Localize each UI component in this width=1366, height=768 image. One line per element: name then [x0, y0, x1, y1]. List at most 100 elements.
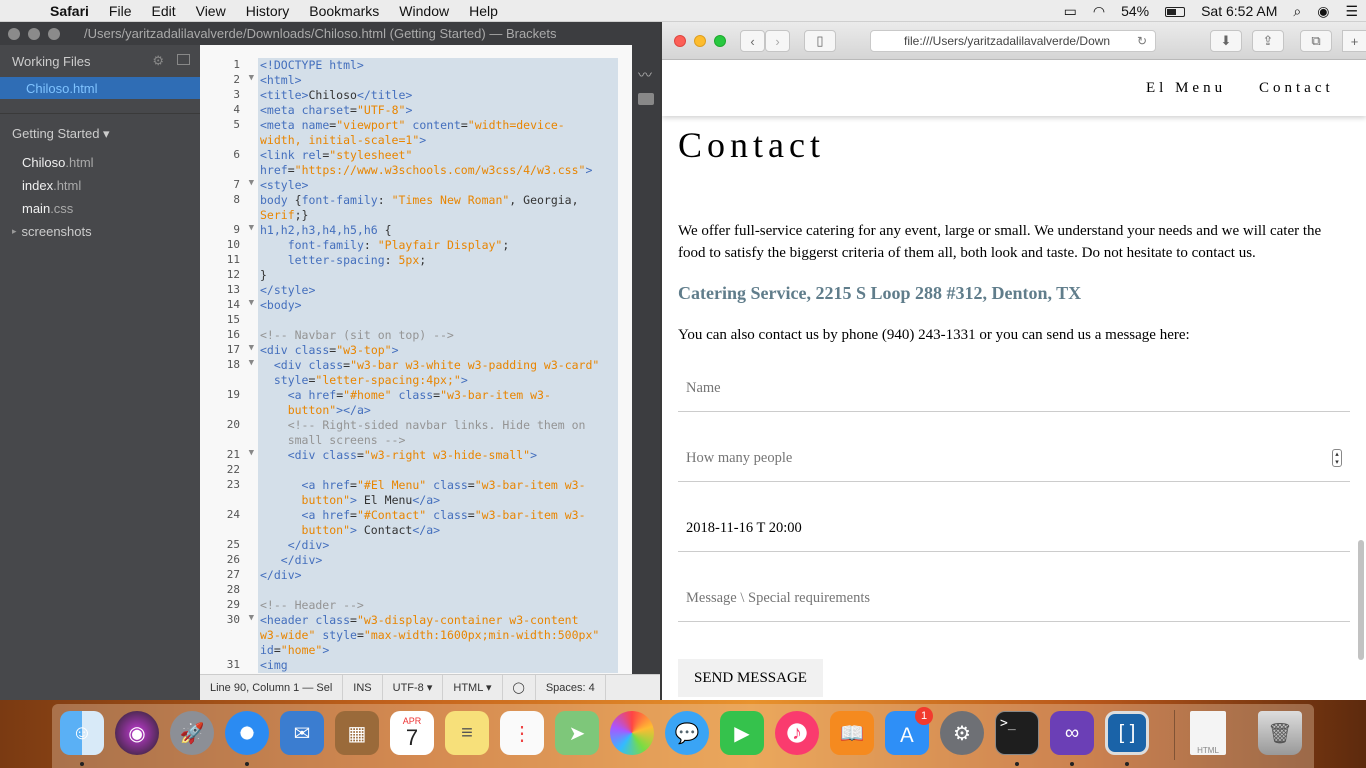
- sidebar-toggle-icon[interactable]: ▯: [804, 30, 836, 52]
- close-button[interactable]: [8, 27, 20, 40]
- ibooks-icon[interactable]: 📖: [830, 711, 874, 755]
- menu-window[interactable]: Window: [389, 3, 459, 19]
- zoom-button[interactable]: [48, 27, 60, 40]
- folder-item-screenshots[interactable]: ▸ screenshots: [0, 220, 200, 243]
- send-message-button[interactable]: SEND MESSAGE: [678, 659, 823, 697]
- battery-percent[interactable]: 54%: [1113, 3, 1157, 19]
- file-name: index: [22, 178, 54, 193]
- code-content[interactable]: <!DOCTYPE html> <html> <title>Chiloso</t…: [258, 58, 618, 673]
- running-indicator: [1125, 762, 1129, 766]
- mail-icon[interactable]: ✉: [280, 711, 324, 755]
- page-scrollbar[interactable]: [1358, 540, 1364, 660]
- share-icon[interactable]: ⇪: [1252, 30, 1284, 52]
- back-button[interactable]: ‹: [740, 30, 765, 52]
- gear-icon[interactable]: ⚙: [152, 53, 164, 69]
- project-dropdown[interactable]: Getting Started ▾: [0, 122, 200, 145]
- nav-link-menu[interactable]: El Menu: [1146, 80, 1226, 97]
- photos-icon[interactable]: [610, 711, 654, 755]
- file-sidebar: Working Files ⚙ Chiloso.html Getting Sta…: [0, 45, 200, 700]
- minimize-button[interactable]: [28, 27, 40, 40]
- name-input[interactable]: Name: [678, 364, 1350, 412]
- lint-status-icon[interactable]: ◯: [503, 674, 536, 701]
- siri-icon[interactable]: ◉: [115, 711, 159, 755]
- menu-history[interactable]: History: [236, 3, 300, 19]
- safari-icon[interactable]: ✦: [225, 711, 269, 755]
- fold-arrow-icon[interactable]: ▼: [249, 358, 254, 368]
- people-number-input[interactable]: How many people ▴ ▾: [678, 434, 1350, 482]
- menu-view[interactable]: View: [186, 3, 236, 19]
- file-item-main[interactable]: main .css: [0, 197, 200, 220]
- datetime-input[interactable]: 2018-11-16 T 20:00: [678, 504, 1350, 552]
- reload-icon[interactable]: ↻: [1137, 31, 1147, 51]
- zoom-button[interactable]: [714, 35, 726, 47]
- menu-file[interactable]: File: [99, 3, 142, 19]
- fold-arrow-icon[interactable]: ▼: [249, 448, 254, 458]
- downloads-icon[interactable]: ⬇: [1210, 30, 1242, 52]
- number-stepper-icon[interactable]: ▴ ▾: [1332, 449, 1342, 467]
- split-view-icon[interactable]: [177, 54, 190, 65]
- menu-edit[interactable]: Edit: [141, 3, 185, 19]
- facetime-icon[interactable]: ▶: [720, 711, 764, 755]
- cursor-position: Line 90, Column 1 — Sel: [200, 674, 344, 701]
- contacts-icon[interactable]: ▦: [335, 711, 379, 755]
- spotlight-search-icon[interactable]: ⌕: [1285, 3, 1309, 20]
- menu-app-safari[interactable]: Safari: [40, 3, 99, 19]
- fold-arrow-icon[interactable]: ▼: [249, 223, 254, 233]
- wifi-icon[interactable]: ◠: [1085, 3, 1113, 20]
- system-preferences-icon[interactable]: ⚙: [940, 711, 984, 755]
- airplay-icon[interactable]: ▭: [1056, 3, 1085, 20]
- html-document-icon[interactable]: HTML: [1190, 711, 1226, 755]
- live-preview-icon[interactable]: 〰: [638, 65, 652, 85]
- file-item-chiloso[interactable]: Chiloso .html: [0, 151, 200, 174]
- finder-icon[interactable]: ☺: [60, 711, 104, 755]
- nav-link-contact[interactable]: Contact: [1259, 80, 1334, 97]
- top-navbar: El Menu Contact: [662, 60, 1366, 116]
- terminal-icon[interactable]: >_: [995, 711, 1039, 755]
- name-placeholder: Name: [686, 380, 721, 396]
- fold-arrow-icon[interactable]: ▼: [249, 343, 254, 353]
- indent-spaces[interactable]: Spaces: 4: [536, 674, 606, 701]
- url-text: file:///Users/yaritzadalilavalverde/Down: [904, 34, 1111, 48]
- maps-icon[interactable]: ➤: [555, 711, 599, 755]
- clock[interactable]: Sat 6:52 AM: [1193, 3, 1285, 19]
- new-tab-icon[interactable]: +: [1342, 30, 1366, 52]
- file-item-index[interactable]: index .html: [0, 174, 200, 197]
- fold-arrow-icon[interactable]: ▼: [249, 298, 254, 308]
- menu-bookmarks[interactable]: Bookmarks: [299, 3, 389, 19]
- language-dropdown[interactable]: HTML ▾: [443, 674, 503, 701]
- brackets-icon[interactable]: [ ]: [1105, 711, 1149, 755]
- fold-arrow-icon[interactable]: ▼: [249, 73, 254, 83]
- fold-arrow-icon[interactable]: ▼: [249, 613, 254, 623]
- visual-studio-icon[interactable]: ∞: [1050, 711, 1094, 755]
- editor-side-toolbar: 〰: [632, 45, 660, 674]
- address-bar[interactable]: file:///Users/yaritzadalilavalverde/Down…: [870, 30, 1156, 52]
- working-files-label: Working Files: [12, 53, 91, 69]
- tabs-overview-icon[interactable]: ⧉: [1300, 30, 1332, 52]
- forward-button[interactable]: ›: [765, 30, 790, 52]
- calendar-day: 7: [405, 725, 419, 750]
- minimize-button[interactable]: [694, 35, 706, 47]
- itunes-icon[interactable]: ♪: [775, 711, 819, 755]
- siri-icon[interactable]: ◉: [1309, 3, 1337, 20]
- notification-center-icon[interactable]: ☰: [1337, 3, 1366, 20]
- messages-icon[interactable]: 💬: [665, 711, 709, 755]
- web-page: El Menu Contact Contact We offer full-se…: [662, 60, 1366, 700]
- working-file-item[interactable]: Chiloso.html: [0, 77, 200, 99]
- calendar-icon[interactable]: APR 7: [390, 711, 434, 755]
- extension-manager-icon[interactable]: [638, 93, 654, 105]
- notes-icon[interactable]: ≡: [445, 711, 489, 755]
- dock-separator: [1174, 710, 1175, 760]
- encoding-dropdown[interactable]: UTF-8 ▾: [383, 674, 444, 701]
- close-button[interactable]: [674, 35, 686, 47]
- app-store-icon[interactable]: Ａ 1: [885, 707, 933, 755]
- menu-help[interactable]: Help: [459, 3, 508, 19]
- running-indicator: [1070, 762, 1074, 766]
- code-editor[interactable]: 1 2 ▼ 3 4 5 6 7 ▼ 8 9 ▼ 10 11 12 13 14 ▼ 15 16 17 ▼ 18 ▼ 19 20 21 ▼…: [200, 45, 632, 674]
- message-input[interactable]: Message \ Special requirements: [678, 574, 1350, 622]
- fold-arrow-icon[interactable]: ▼: [249, 178, 254, 188]
- insert-mode[interactable]: INS: [343, 674, 383, 701]
- battery-icon[interactable]: [1157, 3, 1193, 19]
- reminders-icon[interactable]: ⋮: [500, 711, 544, 755]
- launchpad-icon[interactable]: 🚀: [170, 711, 214, 755]
- trash-icon[interactable]: 🗑: [1258, 711, 1302, 755]
